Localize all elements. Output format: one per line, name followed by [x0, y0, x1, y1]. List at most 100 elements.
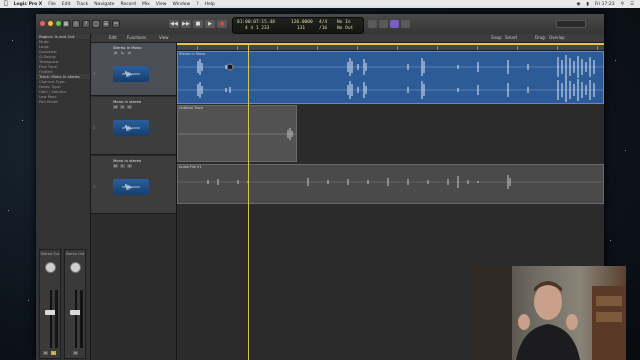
mute-button[interactable]: M — [113, 105, 118, 109]
solo-button[interactable]: S — [120, 51, 125, 55]
edit-menu[interactable]: Edit — [109, 35, 117, 40]
menu-file[interactable]: File — [48, 2, 56, 7]
library-button[interactable]: ▦ — [62, 20, 70, 28]
clock[interactable]: Fri 17:23 — [595, 2, 615, 7]
track-header-1[interactable]: 1 Stereo in Mono M S R — [91, 43, 176, 96]
inspector-button[interactable]: i — [72, 20, 80, 28]
search-icon[interactable]: ⚲ — [621, 2, 624, 7]
solo-button[interactable]: S — [120, 105, 125, 109]
audio-region-3[interactable]: Audio File 01 — [177, 164, 604, 204]
star — [625, 150, 626, 151]
star — [28, 300, 29, 301]
waveform-icon — [113, 66, 149, 82]
ruler-tick — [357, 46, 358, 50]
mute-button[interactable]: M — [43, 351, 48, 355]
mixer-button[interactable]: ☰ — [102, 20, 110, 28]
inspector-row[interactable]: Pan Mode: — [36, 99, 90, 104]
menu-list-icon[interactable]: ☰ — [630, 2, 634, 7]
battery-icon[interactable]: ▮ — [586, 2, 588, 7]
ruler-tick — [237, 46, 238, 50]
snap-select[interactable]: Smart — [505, 35, 517, 40]
lcd-tempo: 120.0000 — [291, 20, 313, 25]
stop-icon[interactable]: ■ — [193, 20, 203, 28]
tuner-button[interactable] — [368, 20, 377, 28]
menu-track[interactable]: Track — [76, 2, 88, 7]
menu-navigate[interactable]: Navigate — [94, 2, 114, 7]
ruler-tick — [197, 46, 198, 50]
record-enable-button[interactable]: R — [127, 51, 132, 55]
track-name[interactable]: Stereo in Mono — [113, 45, 142, 50]
menu-extra[interactable]: ? — [196, 2, 198, 7]
playhead[interactable] — [248, 43, 249, 360]
solo-button[interactable] — [379, 20, 388, 28]
zoom-window-icon[interactable] — [56, 21, 61, 26]
menu-help[interactable]: Help — [205, 2, 215, 7]
inspector-panel: Region: In and Out Mute: Loop: Quantize:… — [36, 34, 91, 360]
menu-mix[interactable]: Mix — [142, 2, 150, 7]
pan-knob[interactable] — [69, 262, 81, 273]
channel-strip-track: Stereo Out M S — [39, 249, 61, 359]
menu-window[interactable]: Window — [172, 2, 190, 7]
drag-select[interactable]: Overlap — [549, 35, 565, 40]
forward-icon[interactable]: ▶▶ — [181, 20, 191, 28]
ruler-tick — [597, 46, 598, 50]
snap-label: Snap: — [491, 35, 503, 40]
channel-name: Stereo Out — [40, 252, 60, 256]
view-menu[interactable]: View — [159, 35, 169, 40]
menu-record[interactable]: Record — [120, 2, 136, 7]
editors-button[interactable]: ✂ — [112, 20, 120, 28]
audio-region-2[interactable]: Untitled Track — [177, 105, 297, 162]
track-buttons: M S R — [113, 105, 132, 109]
mute-button[interactable]: M — [113, 51, 118, 55]
menu-bar:  Logic Pro X File Edit Track Navigate R… — [0, 0, 640, 8]
lcd-signature-sub: /16 — [319, 26, 328, 31]
menu-view[interactable]: View — [156, 2, 167, 7]
lcd-input: No In — [337, 20, 351, 25]
star — [615, 60, 616, 61]
app-menu[interactable]: Logic Pro X — [14, 2, 43, 7]
fader-track — [75, 290, 77, 348]
master-volume-slider[interactable] — [556, 20, 586, 28]
mute-button[interactable]: M — [113, 164, 118, 168]
apple-menu-icon[interactable]:  — [4, 0, 8, 8]
cycle-range[interactable] — [177, 43, 604, 45]
track-number: 1 — [93, 71, 96, 76]
track-name[interactable]: Mono in stereo — [113, 158, 141, 163]
rewind-icon[interactable]: ◀◀ — [169, 20, 179, 28]
help-button[interactable]: ? — [82, 20, 90, 28]
audio-region-1[interactable]: Stereo in Mono — [177, 51, 604, 104]
star — [22, 120, 23, 121]
ruler-tick — [317, 46, 318, 50]
tracks-toolbar: Edit Functions View Snap: Smart Drag: Ov… — [91, 34, 604, 43]
ruler-tick — [277, 46, 278, 50]
ruler-tick — [477, 46, 478, 50]
ruler-tick — [517, 46, 518, 50]
minimize-window-icon[interactable] — [48, 21, 53, 26]
pan-knob[interactable] — [44, 262, 56, 273]
wifi-icon[interactable]: ◉ — [576, 2, 580, 7]
solo-button[interactable]: S — [120, 164, 125, 168]
mute-button[interactable]: M — [73, 351, 78, 355]
level-meter — [80, 290, 83, 348]
record-enable-button[interactable]: R — [127, 105, 132, 109]
track-header-3[interactable]: 3 Mono in stereo M S R — [91, 156, 176, 214]
solo-button[interactable]: S — [51, 351, 56, 355]
track-header-2[interactable]: 2 Mono in stereo M S R — [91, 97, 176, 155]
metronome-button[interactable] — [401, 20, 410, 28]
ruler-tick — [437, 46, 438, 50]
channel-strip-output: Stereo Out M — [64, 249, 86, 359]
menu-edit[interactable]: Edit — [62, 2, 71, 7]
record-icon[interactable]: ● — [217, 20, 227, 28]
track-buttons: M S R — [113, 164, 132, 168]
lcd-display[interactable]: 01:00:07:15.48 4 4 1 233 120.0000 131 4/… — [232, 17, 364, 34]
ruler[interactable] — [177, 43, 604, 51]
play-icon[interactable]: ▶ — [205, 20, 215, 28]
waveform — [178, 55, 603, 102]
track-name[interactable]: Mono in stereo — [113, 99, 141, 104]
close-window-icon[interactable] — [40, 21, 45, 26]
count-in-button[interactable] — [390, 20, 399, 28]
smart-controls-button[interactable]: ◯ — [92, 20, 100, 28]
mouse-cursor — [226, 63, 234, 71]
functions-menu[interactable]: Functions — [127, 35, 146, 40]
record-enable-button[interactable]: R — [127, 164, 132, 168]
